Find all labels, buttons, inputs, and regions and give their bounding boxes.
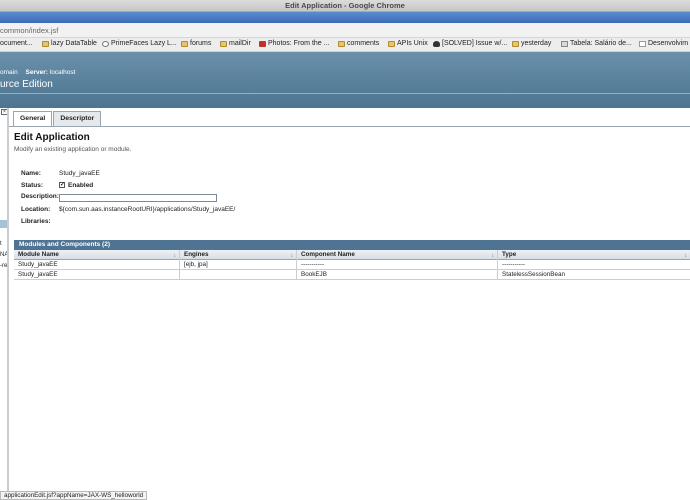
nav-item-fragment[interactable]: NA [0, 252, 7, 258]
bookmark-label: Desenvolvim [648, 40, 689, 47]
bookmark-item[interactable]: [SOLVED] Issue w/... [433, 40, 507, 47]
window-title-bar: Edit Application - Google Chrome [0, 0, 690, 12]
module-name-cell: Study_javaEE [14, 260, 180, 270]
nav-item-fragment[interactable]: t [0, 241, 2, 247]
module-name-cell: Study_javaEE [14, 270, 180, 280]
column-header-module-name[interactable]: Module Name ↕ [14, 250, 180, 260]
tab-descriptor[interactable]: Descriptor [53, 111, 102, 126]
bookmark-label: PrimeFaces Lazy L... [111, 40, 177, 47]
bookmark-label: lazy DataTable [51, 40, 97, 47]
page-icon [639, 40, 646, 47]
folder-icon [220, 40, 227, 47]
enabled-label: Enabled [68, 182, 94, 189]
product-name: urce Edition [0, 79, 53, 90]
column-header-label: Module Name [18, 251, 59, 258]
red-site-icon [259, 40, 266, 47]
collapse-nav-icon[interactable]: × [1, 109, 7, 115]
server-value: localhost [49, 69, 76, 76]
column-header-label: Engines [184, 251, 209, 258]
bookmark-item[interactable]: comments [338, 40, 379, 47]
bookmark-item[interactable]: yesterday [512, 40, 551, 47]
folder-icon [42, 40, 49, 47]
engines-cell: [ejb, jpa] [180, 260, 297, 270]
component-name-cell: BookEJB [297, 270, 498, 280]
folder-icon [181, 40, 188, 47]
domain-text: omain [0, 69, 18, 76]
description-label: Description: [21, 193, 59, 200]
column-header-component-name[interactable]: Component Name ↕ [297, 250, 498, 260]
bookmark-item[interactable]: APIs Unix [388, 40, 428, 47]
bookmark-item[interactable]: forums [181, 40, 211, 47]
address-bar[interactable]: common/index.jsf [0, 23, 690, 38]
page-tabs: General Descriptor [13, 111, 102, 126]
folder-icon [512, 40, 519, 47]
folder-icon [388, 40, 395, 47]
component-name-cell: ----------- [297, 260, 498, 270]
status-field: ✓ Enabled [59, 182, 93, 189]
bookmark-item[interactable]: Photos: From the ... [259, 40, 329, 47]
location-label: Location: [21, 206, 51, 213]
modules-table: Module Name ↕ Engines ↕ Component Name ↕ Ty… [14, 250, 690, 280]
enabled-checkbox[interactable]: ✓ [59, 182, 65, 189]
tux-icon [433, 40, 440, 47]
sort-icon[interactable]: ↕ [685, 251, 688, 260]
sort-icon[interactable]: ↕ [174, 251, 177, 260]
name-label: Name: [21, 170, 41, 177]
bookmark-label: mailDir [229, 40, 251, 47]
bookmark-label: comments [347, 40, 380, 47]
page-help-text: Modify an existing application or module… [14, 146, 132, 153]
bookmark-item[interactable]: PrimeFaces Lazy L... [102, 40, 177, 47]
bookmark-item[interactable]: mailDir [220, 40, 251, 47]
bookmark-label: APIs Unix [397, 40, 428, 47]
nav-selected-item[interactable] [0, 220, 7, 228]
wikipedia-icon [102, 40, 109, 47]
table-header-row: Module Name ↕ Engines ↕ Component Name ↕ Ty… [14, 250, 690, 260]
modules-table-title: Modules and Components (2) [14, 240, 690, 250]
sort-icon[interactable]: ↕ [492, 251, 495, 260]
bookmark-item[interactable]: lazy DataTable [42, 40, 97, 47]
column-header-label: Component Name [301, 251, 355, 258]
console-masthead: omain Server: localhost urce Edition [0, 52, 690, 108]
url-text[interactable]: common/index.jsf [0, 26, 58, 35]
name-value: Study_javaEE [59, 170, 100, 177]
column-header-label: Type [502, 251, 517, 258]
browser-tab-strip[interactable] [0, 12, 690, 23]
bookmark-label: forums [190, 40, 212, 47]
status-label: Status: [21, 182, 44, 189]
type-cell: StatelessSessionBean [502, 271, 566, 278]
description-input[interactable] [59, 194, 217, 202]
bookmark-label: Photos: From the ... [268, 40, 330, 47]
column-header-engines[interactable]: Engines ↕ [180, 250, 297, 260]
tab-divider [9, 126, 690, 127]
masthead-divider [0, 93, 690, 94]
bookmarks-bar: ocument... lazy DataTable PrimeFaces Laz… [0, 38, 690, 52]
location-value: ${com.sun.aas.instanceRootURI}/applicati… [59, 206, 236, 213]
browser-status-bar: applicationEdit.jsf?appName=JAX-WS_hello… [0, 491, 148, 500]
server-label: Server: [25, 69, 48, 76]
left-nav-tree[interactable]: × t NA -re [0, 108, 9, 500]
bookmark-label: yesterday [521, 40, 552, 47]
type-cell: ----------- [502, 261, 526, 268]
server-info: omain Server: localhost [0, 69, 75, 76]
page-title: Edit Application [14, 132, 90, 143]
table-row: Study_javaEE BookEJB StatelessSessionBea… [14, 270, 690, 280]
tab-general[interactable]: General [13, 111, 53, 126]
libraries-label: Libraries: [21, 218, 51, 225]
folder-icon [338, 40, 345, 47]
engines-cell [180, 270, 297, 280]
nav-item-fragment[interactable]: -re [0, 263, 7, 269]
doc-icon [561, 40, 568, 47]
bookmark-item[interactable]: ocument... [0, 40, 33, 47]
bookmark-label: Tabela: Salário de... [570, 40, 632, 47]
bookmark-item[interactable]: Desenvolvim [639, 40, 688, 47]
sort-icon[interactable]: ↕ [291, 251, 294, 260]
column-header-type[interactable]: Type ↕ [498, 250, 690, 260]
window-title: Edit Application - Google Chrome [285, 1, 405, 10]
bookmark-label: [SOLVED] Issue w/... [442, 40, 508, 47]
table-row: Study_javaEE [ejb, jpa] ----------- ----… [14, 260, 690, 270]
bookmark-item[interactable]: Tabela: Salário de... [561, 40, 632, 47]
bookmark-label: ocument... [0, 40, 33, 47]
